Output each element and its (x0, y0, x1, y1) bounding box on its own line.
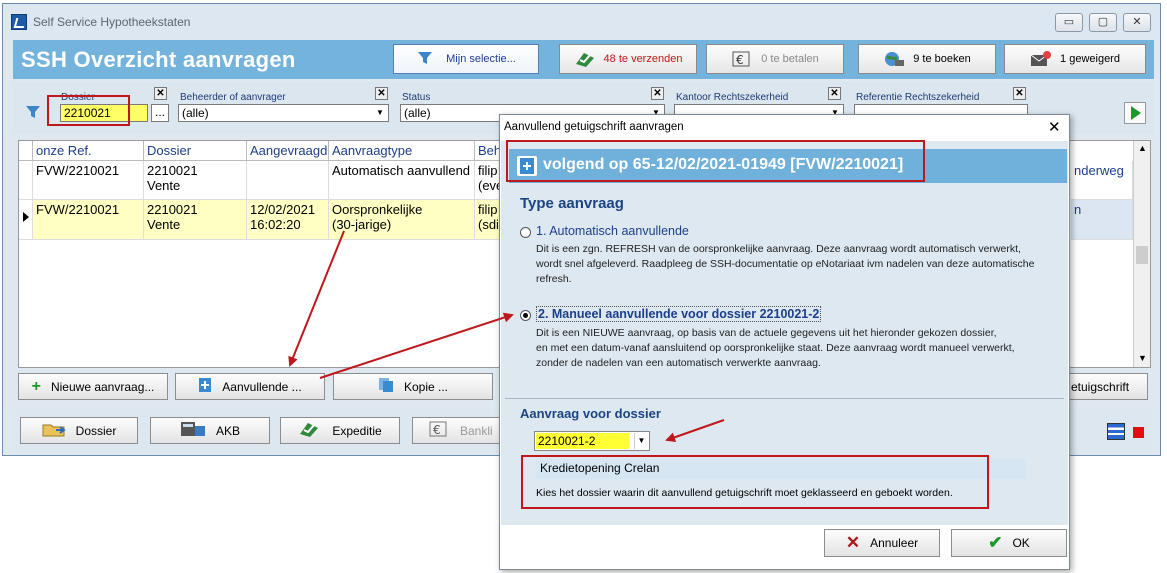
annotation-arrows (288, 230, 725, 443)
